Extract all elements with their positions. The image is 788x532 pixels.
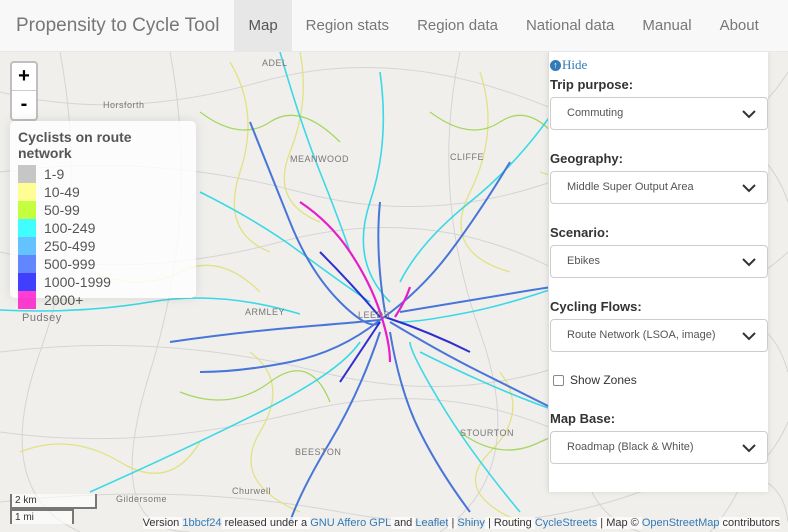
legend-swatch: [18, 219, 36, 237]
legend-entry: 100-249: [18, 219, 188, 237]
chevron-down-icon: [742, 110, 756, 119]
trip-purpose-label: Trip purpose:: [550, 77, 634, 92]
nav-region-stats[interactable]: Region stats: [292, 0, 403, 52]
osm-link[interactable]: OpenStreetMap: [642, 517, 720, 529]
chevron-down-icon: [742, 258, 756, 267]
place-label-cliffe: CLIFFE: [450, 152, 485, 162]
map-base-select[interactable]: Roadmap (Black & White): [550, 431, 768, 464]
map-base-value: Roadmap (Black & White): [567, 441, 694, 453]
nav-national-data[interactable]: National data: [512, 0, 628, 52]
legend-entry: 250-499: [18, 237, 188, 255]
geography-label: Geography:: [550, 151, 623, 166]
legend-title: Cyclists on route network: [18, 129, 132, 161]
footer-contributors: contributors: [719, 517, 780, 529]
map-base-label: Map Base:: [550, 411, 616, 426]
zoom-in-button[interactable]: +: [12, 63, 36, 91]
trip-purpose-value: Commuting: [567, 107, 624, 119]
legend-swatch: [18, 201, 36, 219]
nav-manual[interactable]: Manual: [628, 0, 705, 52]
scenario-label: Scenario:: [550, 225, 610, 240]
chevron-down-icon: [742, 444, 756, 453]
control-panel: ↑ Hide Trip purpose: Commuting Geography…: [548, 52, 768, 492]
place-label-churwell: Churwell: [232, 486, 272, 496]
legend-label: 10-49: [44, 184, 80, 200]
zoom-out-button[interactable]: -: [12, 91, 36, 119]
place-label-horsforth: Horsforth: [103, 100, 145, 110]
legend-label: 100-249: [44, 220, 96, 236]
legend-label: 2000+: [44, 292, 84, 308]
legend-swatch: [18, 183, 36, 201]
place-label-gildersome: Gildersome: [116, 494, 168, 504]
place-label-adel: ADEL: [262, 58, 288, 68]
shiny-link[interactable]: Shiny: [457, 517, 485, 529]
footer-released: released under a: [221, 517, 311, 529]
place-label-beeston: BEESTON: [295, 447, 342, 457]
footer-and: and: [390, 517, 416, 529]
cycling-flows-value: Route Network (LSOA, image): [567, 329, 716, 341]
license-link[interactable]: GNU Affero GPL: [310, 517, 391, 529]
arrow-up-circle-icon: ↑: [550, 59, 561, 71]
leaflet-link[interactable]: Leaflet: [415, 517, 448, 529]
show-zones-checkbox[interactable]: [553, 374, 564, 386]
cycling-flows-label: Cycling Flows:: [550, 299, 642, 314]
chevron-down-icon: [742, 332, 756, 341]
place-label-armley: ARMLEY: [245, 307, 286, 317]
footer-routing: | Routing: [484, 517, 535, 529]
place-label-stourton: STOURTON: [460, 428, 515, 438]
legend-entry: 2000+: [18, 291, 188, 309]
trip-purpose-select[interactable]: Commuting: [550, 97, 768, 130]
navbar: Propensity to Cycle Tool Map Region stat…: [0, 0, 788, 52]
legend-entry: 500-999: [18, 255, 188, 273]
place-label-leeds: LEEDS: [358, 310, 391, 320]
nav-about[interactable]: About: [706, 0, 773, 52]
cyclestreets-link[interactable]: CycleStreets: [535, 517, 597, 529]
footer-map-prefix: | Map ©: [597, 517, 642, 529]
hide-panel-link[interactable]: ↑ Hide: [550, 57, 587, 73]
zoom-control: + -: [10, 61, 38, 121]
footer-version-prefix: Version: [142, 517, 183, 529]
legend-entry: 1000-1999: [18, 273, 188, 291]
scenario-value: Ebikes: [567, 255, 601, 267]
attribution-footer: Version 1bbcf24 released under a GNU Aff…: [0, 514, 788, 532]
version-link[interactable]: 1bbcf24: [182, 517, 221, 529]
show-zones-checkbox-row[interactable]: Show Zones: [553, 373, 637, 387]
nav-region-data[interactable]: Region data: [403, 0, 512, 52]
show-zones-label: Show Zones: [570, 373, 637, 387]
geography-select[interactable]: Middle Super Output Area: [550, 171, 768, 204]
legend-label: 1-9: [44, 166, 65, 182]
geography-value: Middle Super Output Area: [567, 181, 694, 193]
place-label-meanwood: MEANWOOD: [290, 154, 349, 164]
hide-label: Hide: [562, 57, 588, 72]
legend-label: 1000-1999: [44, 274, 111, 290]
legend-label: 500-999: [44, 256, 96, 272]
chevron-down-icon: [742, 184, 756, 193]
legend-entry: 10-49: [18, 183, 188, 201]
place-label-pudsey: Pudsey: [22, 312, 62, 324]
nav-map[interactable]: Map: [234, 0, 292, 52]
legend-swatch: [18, 237, 36, 255]
legend-swatch: [18, 165, 36, 183]
legend-label: 250-499: [44, 238, 96, 254]
legend-swatch: [18, 273, 36, 291]
map-legend: Cyclists on route network 1-9 10-49 50-9…: [10, 121, 196, 309]
legend-swatch: [18, 255, 36, 273]
brand-title[interactable]: Propensity to Cycle Tool: [0, 0, 234, 52]
legend-swatch: [18, 291, 36, 309]
legend-entry: 1-9: [18, 165, 188, 183]
legend-entry: 50-99: [18, 201, 188, 219]
cycling-flows-select[interactable]: Route Network (LSOA, image): [550, 319, 768, 352]
scale-km: 2 km: [10, 494, 97, 509]
scenario-select[interactable]: Ebikes: [550, 245, 768, 278]
legend-label: 50-99: [44, 202, 80, 218]
